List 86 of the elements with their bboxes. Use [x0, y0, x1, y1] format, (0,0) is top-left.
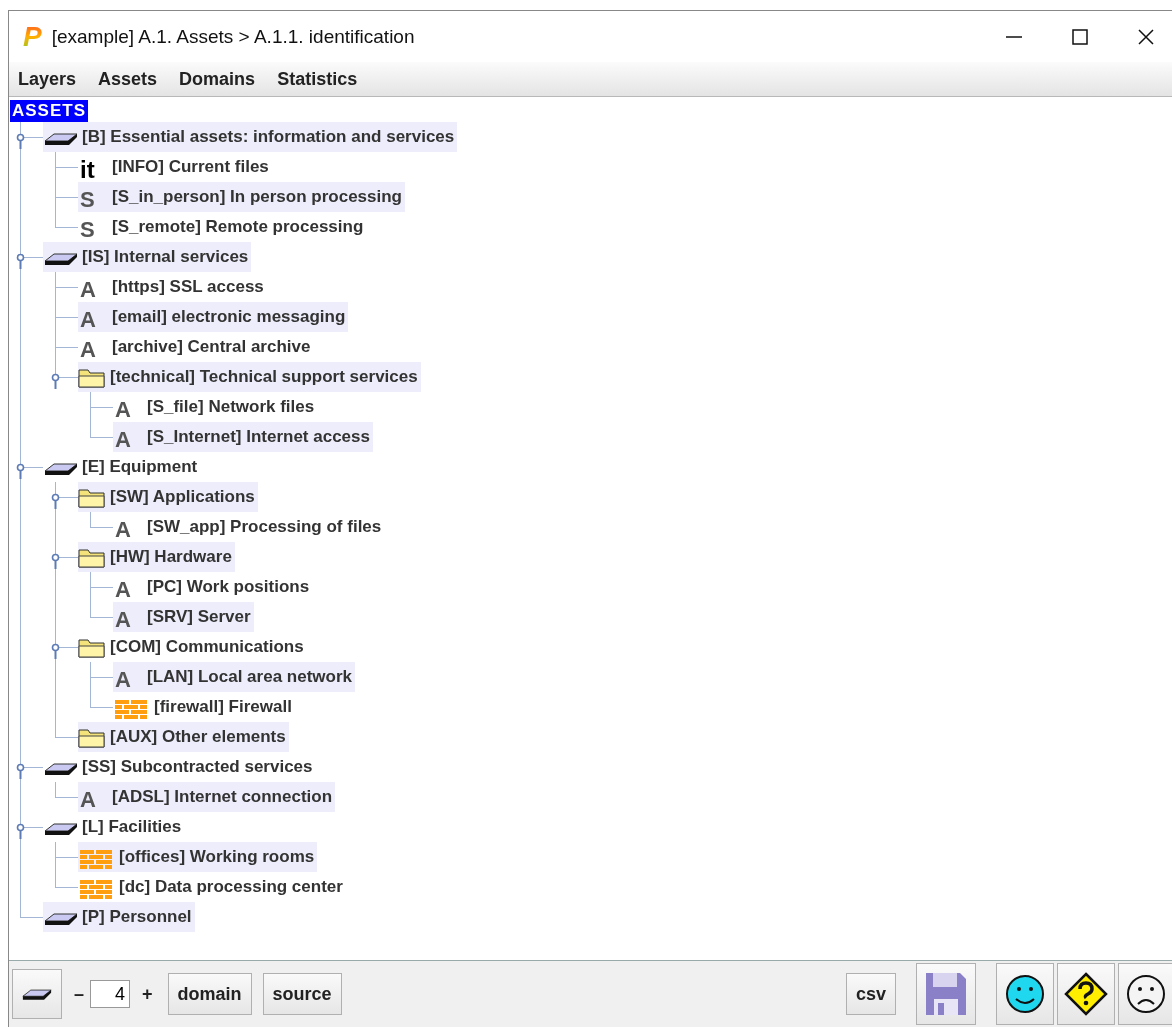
type-letter-icon: A: [78, 789, 112, 811]
tree-item[interactable]: [B] Essential assets: information and services: [43, 122, 458, 152]
tree-item[interactable]: S [S_in_person] In person processing: [78, 182, 405, 212]
type-letter-icon: A: [113, 609, 147, 631]
layer-icon: [44, 912, 78, 926]
type-letter-icon: A: [113, 399, 147, 421]
menu-item[interactable]: Domains: [179, 68, 256, 90]
type-letter-icon: it: [78, 158, 112, 182]
folder-icon: [78, 726, 106, 748]
smiley-icon: [1005, 974, 1045, 1014]
tree-item[interactable]: [offices] Working rooms: [78, 842, 318, 872]
decrement-button[interactable]: –: [70, 983, 88, 1005]
tree-item[interactable]: A [email] electronic messaging: [78, 302, 349, 332]
tree-item[interactable]: [P] Personnel: [43, 902, 195, 932]
tree-item[interactable]: A [PC] Work positions: [113, 572, 313, 602]
tree-root[interactable]: ASSETS: [10, 100, 89, 122]
tree-item[interactable]: [HW] Hardware: [78, 542, 235, 572]
level-input-field[interactable]: 4: [90, 980, 130, 1008]
layer-icon: [44, 252, 78, 266]
tree-item[interactable]: [technical] Technical support services: [78, 362, 421, 392]
tree-item[interactable]: A [archive] Central archive: [78, 332, 314, 362]
expand-handle[interactable]: [51, 493, 60, 509]
tree-item[interactable]: [SS] Subcontracted services: [43, 752, 316, 782]
layer-icon: [44, 822, 78, 836]
window-title: [example] A.1. Assets > A.1.1. identification: [51, 25, 415, 48]
close-icon[interactable]: [1136, 26, 1156, 47]
tree-item[interactable]: A [S_Internet] Internet access: [113, 422, 373, 452]
happy-button[interactable]: [996, 963, 1054, 1025]
layer-icon: [44, 462, 78, 476]
type-letter-icon: S: [78, 219, 112, 241]
expand-handle[interactable]: [51, 643, 60, 659]
folder-icon: [78, 486, 106, 508]
sad-button[interactable]: [1118, 963, 1172, 1025]
type-letter-icon: A: [113, 429, 147, 451]
expand-handle[interactable]: [51, 373, 60, 389]
expand-handle[interactable]: [16, 133, 25, 149]
layer-icon: [22, 987, 52, 1001]
tree-item[interactable]: A [ADSL] Internet connection: [78, 782, 336, 812]
tree-item[interactable]: [E] Equipment: [43, 452, 201, 482]
menu-item[interactable]: Layers: [18, 68, 77, 90]
increment-button[interactable]: +: [138, 983, 157, 1005]
folder-icon: [78, 636, 106, 658]
layer-icon: [44, 762, 78, 776]
type-letter-icon: A: [78, 309, 112, 331]
type-letter-icon: A: [78, 279, 112, 301]
csv-button[interactable]: csv: [845, 973, 896, 1015]
toolbar-button[interactable]: source: [262, 973, 342, 1015]
sad-face-icon: [1125, 974, 1166, 1014]
menu-item[interactable]: Assets: [98, 68, 158, 90]
tree-item[interactable]: [firewall] Firewall: [113, 692, 295, 722]
layer-icon: [44, 132, 78, 146]
brick-wall-icon: [115, 699, 147, 720]
expand-handle[interactable]: [16, 253, 25, 269]
save-button[interactable]: [916, 963, 976, 1025]
folder-icon: [78, 546, 106, 568]
tree-item[interactable]: [SW] Applications: [78, 482, 258, 512]
tree-item[interactable]: A [https] SSL access: [78, 272, 267, 302]
type-letter-icon: S: [78, 189, 112, 211]
expand-handle[interactable]: [16, 463, 25, 479]
folder-icon: [78, 366, 106, 388]
type-letter-icon: A: [78, 339, 112, 361]
question-diamond-icon: [1064, 972, 1108, 1016]
brick-wall-icon: [80, 879, 112, 900]
tree-item[interactable]: [AUX] Other elements: [78, 722, 289, 752]
expand-handle[interactable]: [51, 553, 60, 569]
tree-item[interactable]: [dc] Data processing center: [78, 872, 346, 902]
tree-item[interactable]: A [SW_app] Processing of files: [113, 512, 385, 542]
maximize-icon[interactable]: [1070, 26, 1090, 47]
menu-item[interactable]: Statistics: [277, 68, 358, 90]
tree-item[interactable]: it [INFO] Current files: [78, 152, 272, 182]
tree-item[interactable]: S [S_remote] Remote processing: [78, 212, 367, 242]
type-letter-icon: A: [113, 519, 147, 541]
tree-item[interactable]: A [LAN] Local area network: [113, 662, 355, 692]
help-button[interactable]: [1057, 963, 1115, 1025]
tree-item[interactable]: [IS] Internal services: [43, 242, 252, 272]
brick-wall-icon: [80, 849, 112, 870]
tree-item[interactable]: A [S_file] Network files: [113, 392, 318, 422]
toolbar-button[interactable]: domain: [167, 973, 252, 1015]
layer-button[interactable]: [12, 969, 62, 1019]
tree-item[interactable]: A [SRV] Server: [113, 602, 254, 632]
expand-handle[interactable]: [16, 763, 25, 779]
expand-handle[interactable]: [16, 823, 25, 839]
tree-item[interactable]: [L] Facilities: [43, 812, 185, 842]
type-letter-icon: A: [113, 579, 147, 601]
tree-item[interactable]: [COM] Communications: [78, 632, 307, 662]
type-letter-icon: A: [113, 669, 147, 691]
